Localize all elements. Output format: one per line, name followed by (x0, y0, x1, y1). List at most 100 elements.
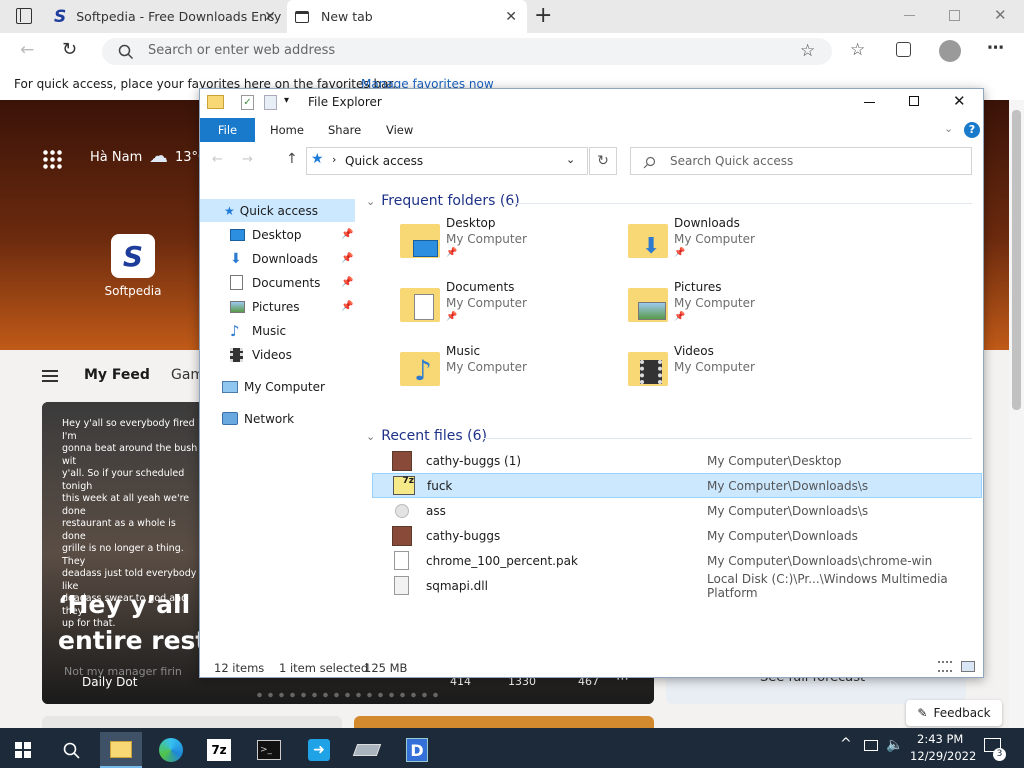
card-source[interactable]: Daily Dot (82, 675, 137, 689)
nav-item-documents[interactable]: Documents 📌 (230, 271, 355, 294)
up-icon[interactable]: ↑ (286, 151, 298, 167)
nav-item-downloads[interactable]: ⬇ Downloads 📌 (230, 247, 355, 270)
softpedia-logo-icon: S (111, 234, 155, 278)
nav-item-quick-access[interactable]: ★ Quick access (200, 199, 355, 222)
help-icon[interactable]: ? (964, 122, 980, 138)
nav-item-music[interactable]: ♪ Music (230, 319, 355, 342)
clock-time[interactable]: 2:43 PM (917, 732, 963, 746)
search-box[interactable]: Search Quick access (630, 147, 972, 175)
carousel-dots[interactable] (254, 692, 444, 698)
maximize-icon[interactable] (909, 96, 919, 106)
properties-quick-icon[interactable]: ✓ (241, 95, 254, 110)
forward-icon[interactable]: → (242, 152, 253, 167)
folder-name: Documents (446, 280, 515, 294)
path-dropdown-icon[interactable]: ⌄ (566, 153, 575, 166)
file-row-selected[interactable]: 7z fuck My Computer\Downloads\s (372, 473, 982, 498)
nav-item-pictures[interactable]: Pictures 📌 (230, 295, 355, 318)
favorites-icon[interactable]: ☆ (850, 40, 865, 60)
taskbar-search-button[interactable] (50, 732, 92, 768)
feed-tab-my-feed[interactable]: My Feed (84, 367, 150, 383)
feed-menu-icon[interactable] (42, 370, 58, 382)
tab-actions-icon[interactable] (16, 8, 32, 24)
taskbar-terminal[interactable]: >_ (248, 732, 290, 768)
taskbar-drive[interactable] (346, 732, 388, 768)
ribbon-tab-file[interactable]: File (200, 118, 255, 142)
folder-name: Pictures (674, 280, 722, 294)
expand-ribbon-icon[interactable]: ⌄ (944, 122, 953, 135)
close-tab-icon[interactable]: ✕ (264, 9, 276, 25)
add-favorite-icon[interactable]: ☆ (800, 41, 815, 61)
pin-icon[interactable]: 📌 (341, 301, 353, 312)
taskbar-file-explorer[interactable] (100, 732, 142, 768)
close-icon[interactable]: ✕ (953, 92, 966, 110)
network-status-icon[interactable] (864, 740, 878, 751)
file-name: fuck (427, 478, 453, 493)
scrollbar-thumb[interactable] (1012, 110, 1021, 410)
new-folder-quick-icon[interactable] (264, 95, 277, 110)
pin-icon[interactable]: 📌 (341, 253, 353, 264)
folder-downloads[interactable]: ⬇ Downloads My Computer 📌 (628, 216, 848, 276)
pin-icon: 📌 (674, 312, 686, 322)
softpedia-tile[interactable]: S Softpedia (100, 234, 166, 304)
refresh-path-icon[interactable]: ↻ (589, 147, 617, 175)
file-row[interactable]: ass My Computer\Downloads\s (372, 498, 982, 523)
address-input[interactable]: Search or enter web address (148, 43, 335, 58)
frequent-folders-header[interactable]: ⌄ Frequent folders (6) (366, 193, 520, 209)
folder-documents[interactable]: Documents My Computer 📌 (400, 280, 620, 340)
pin-icon[interactable]: 📌 (341, 229, 353, 240)
search-input[interactable]: Search Quick access (670, 154, 793, 168)
nav-item-desktop[interactable]: Desktop 📌 (230, 223, 355, 246)
clock-date[interactable]: 12/29/2022 (910, 749, 976, 763)
nav-item-videos[interactable]: Videos (230, 343, 355, 366)
recent-files-header[interactable]: ⌄ Recent files (6) (366, 428, 487, 444)
file-row[interactable]: chrome_100_percent.pak My Computer\Downl… (372, 548, 982, 573)
profile-avatar[interactable] (939, 40, 961, 62)
customize-toolbar-icon[interactable]: ▾ (284, 95, 289, 106)
folder-pictures[interactable]: Pictures My Computer 📌 (628, 280, 848, 340)
collections-icon[interactable] (896, 42, 911, 57)
weather-location[interactable]: Hà Nam (90, 150, 142, 165)
hidden-icons-chevron-icon[interactable]: ^ (840, 736, 852, 752)
minimize-icon[interactable] (904, 15, 915, 16)
restore-icon[interactable] (949, 10, 960, 21)
folder-videos[interactable]: Videos My Computer (628, 344, 848, 404)
taskbar-7zip[interactable]: 7z (198, 732, 240, 768)
taskbar-edge[interactable] (150, 732, 192, 768)
large-icons-view-icon[interactable] (961, 661, 975, 672)
ribbon-tab-home[interactable]: Home (270, 118, 304, 142)
minimize-icon[interactable] (864, 102, 875, 103)
breadcrumb[interactable]: Quick access (345, 154, 423, 168)
nav-label: Network (244, 411, 295, 426)
file-row[interactable]: cathy-buggs (1) My Computer\Desktop (372, 448, 982, 473)
address-path[interactable]: ★ › Quick access ⌄ (306, 147, 588, 175)
taskbar-app-arrow[interactable]: ➜ (298, 732, 340, 768)
download-overlay-icon: ⬇ (642, 234, 661, 259)
close-tab-icon[interactable]: ✕ (505, 9, 517, 25)
tab-new-tab[interactable]: New tab ✕ (287, 0, 527, 33)
new-tab-plus-icon[interactable]: + (534, 3, 552, 28)
ribbon-tab-view[interactable]: View (386, 118, 413, 142)
details-view-icon[interactable] (938, 661, 952, 672)
folder-music[interactable]: ♪ Music My Computer (400, 344, 620, 404)
volume-icon[interactable]: 🔈 (886, 737, 903, 753)
close-window-icon[interactable]: ✕ (994, 6, 1007, 24)
folder-desktop[interactable]: Desktop My Computer 📌 (400, 216, 620, 276)
nav-item-network[interactable]: Network (222, 407, 355, 430)
pin-icon[interactable]: 📌 (341, 277, 353, 288)
back-icon[interactable]: ← (212, 152, 223, 167)
page-scrollbar[interactable] (1009, 100, 1024, 728)
file-row[interactable]: cathy-buggs My Computer\Downloads (372, 523, 982, 548)
back-arrow-icon[interactable]: ← (20, 40, 34, 60)
nav-item-my-computer[interactable]: My Computer (222, 375, 355, 398)
feedback-button[interactable]: ✎ Feedback (906, 700, 1002, 726)
nav-label: Downloads (252, 251, 318, 266)
ribbon-tab-share[interactable]: Share (328, 118, 361, 142)
refresh-icon[interactable]: ↻ (62, 39, 77, 60)
more-menu-icon[interactable]: ⋯ (987, 38, 1004, 58)
start-button[interactable] (2, 732, 44, 768)
address-bar[interactable]: Search or enter web address ☆ (102, 38, 832, 65)
taskbar-d-app[interactable]: D (396, 732, 438, 768)
apps-grid-icon[interactable] (42, 149, 62, 169)
tab-softpedia[interactable]: S Softpedia - Free Downloads Ency ✕ (46, 0, 286, 33)
file-row[interactable]: sqmapi.dll Local Disk (C:)\Pr...\Windows… (372, 572, 982, 600)
